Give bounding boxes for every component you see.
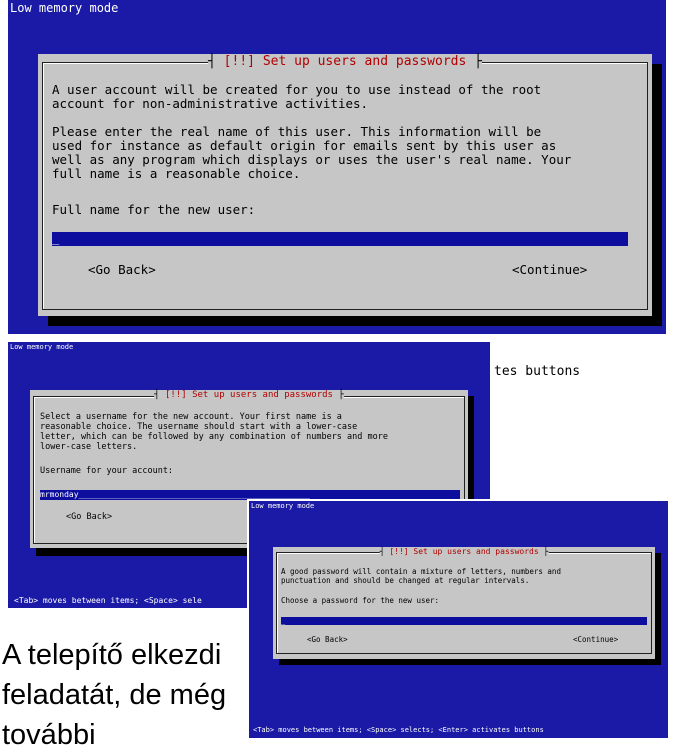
low-memory-mode-label: Low memory mode <box>10 343 74 351</box>
info-paragraph-line: full name is a reasonable choice. <box>52 166 301 181</box>
dialog-title: [!!] Set up users and passwords <box>208 54 482 69</box>
go-back-button[interactable]: <Go Back> <box>307 635 348 644</box>
caption-line: feladatát, de még <box>2 679 227 711</box>
field-prompt: Username for your account: <box>40 466 174 476</box>
password-input[interactable]: _ <box>281 617 647 625</box>
info-paragraph-line: A good password will contain a mixture o… <box>281 567 561 576</box>
go-back-button[interactable]: <Go Back> <box>88 262 156 277</box>
background-status-fragment: tes buttons <box>494 364 581 379</box>
info-paragraph-line: well as any program which displays or us… <box>52 152 572 167</box>
field-prompt: Choose a password for the new user: <box>281 596 440 605</box>
installer-screen-fullname: Low memory mode [!!] Set up users and pa… <box>8 0 666 334</box>
info-paragraph-line: lower-case letters. <box>40 442 138 452</box>
field-prompt: Full name for the new user: <box>52 202 256 217</box>
info-paragraph-line: A user account will be created for you t… <box>52 82 542 97</box>
dialog-title: [!!] Set up users and passwords <box>154 390 344 400</box>
dialog-password: [!!] Set up users and passwords A good p… <box>273 547 655 659</box>
low-memory-mode-label: Low memory mode <box>251 502 315 510</box>
dialog-fullname: [!!] Set up users and passwords A user a… <box>38 54 652 316</box>
continue-button[interactable]: <Continue> <box>512 262 587 277</box>
info-paragraph-line: letter, which can be followed by any com… <box>40 432 388 442</box>
info-paragraph-line: punctuation and should be changed at reg… <box>281 576 530 585</box>
caption-line: további <box>2 719 96 751</box>
installer-screen-password: Low memory mode [!!] Set up users and pa… <box>247 499 668 738</box>
go-back-button[interactable]: <Go Back> <box>66 512 112 522</box>
dialog-title: [!!] Set up users and passwords <box>379 547 549 556</box>
continue-button[interactable]: <Continue> <box>573 635 618 644</box>
keyboard-help-status: <Tab> moves between items; <Space> selec… <box>253 726 544 734</box>
low-memory-mode-label: Low memory mode <box>10 1 119 15</box>
info-paragraph-line: used for instance as default origin for … <box>52 138 557 153</box>
info-paragraph-line: reasonable choice. The username should s… <box>40 422 358 432</box>
info-paragraph-line: account for non-administrative activitie… <box>52 96 369 111</box>
full-name-input[interactable]: _ <box>52 232 628 246</box>
caption-line: A telepítő elkezdi <box>2 639 222 671</box>
info-paragraph-line: Select a username for the new account. Y… <box>40 412 342 422</box>
keyboard-help-status: <Tab> moves between items; <Space> sele <box>14 596 202 605</box>
info-paragraph-line: Please enter the real name of this user.… <box>52 124 542 139</box>
